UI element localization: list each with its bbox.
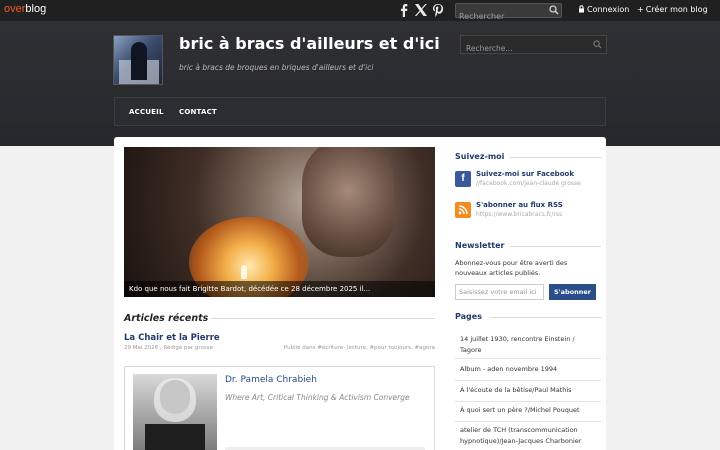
page-item[interactable]: Album - aden novembre 1994 [460,364,590,375]
follow-heading: Suivez-moi [455,152,505,161]
rss-url: https://www.bricabracs.fr/rss [476,211,563,218]
recent-articles-heading: Articles récents [124,313,209,324]
page-item[interactable]: 14 juillet 1930, rencontre Einstein / Ta… [460,334,590,356]
lock-icon [579,5,584,13]
divider [210,318,435,319]
blog-search [460,35,607,57]
subscribe-button[interactable]: S'abonner [549,284,596,300]
newsletter-text: Abonnez-vous pour être averti des nouvea… [455,259,568,277]
rss-subscribe-link[interactable]: S'abonner au flux RSS [476,201,563,209]
blog-header: bric à bracs d'ailleurs et d'ici bric à … [0,21,720,146]
newsletter-email-input[interactable] [455,284,544,300]
search-icon[interactable] [549,5,559,15]
plus-icon: + [637,5,644,14]
topbar-search [455,3,562,23]
x-icon[interactable] [414,3,428,17]
embed-photo [133,374,217,450]
divider [455,358,601,359]
embed-tagline: Where Art, Critical Thinking & Activism … [225,393,410,402]
divider [490,317,601,318]
divider [455,380,601,381]
overblog-topbar: overblog Connexion +Créer mon blog [0,0,720,23]
page-item[interactable]: À quoi sert un père ?/Michel Pouquet [460,405,590,416]
main-nav: ACCUEIL CONTACT [114,97,606,126]
blog-subtitle: bric à bracs de broques en briques d'ail… [179,63,374,72]
facebook-icon[interactable] [397,3,411,17]
article-meta: 29 Mai 2026 , Rédigé par grosse [124,345,213,351]
newsletter-heading: Newsletter [455,241,505,250]
nav-item-accueil[interactable]: ACCUEIL [129,108,164,116]
rss-icon[interactable] [455,202,471,218]
create-blog-link[interactable]: + Créer mon blog [637,5,708,14]
divider [510,246,601,247]
logo-blog: blog [25,3,47,15]
article-tags[interactable]: Publié dans #écriture- lecture, #pour to… [283,345,435,351]
page-item[interactable]: atelier de TCH (transcommunication hypno… [460,425,590,447]
hero-caption[interactable]: Kdo que nous fait Brigitte Bardot, décéd… [124,281,435,297]
overblog-logo[interactable]: overblog [4,3,46,15]
pages-heading: Pages [455,312,482,321]
article-title[interactable]: La Chair et la Pierre [124,333,220,343]
divider [455,401,601,402]
login-link[interactable]: Connexion [578,5,629,14]
page-item[interactable]: À l'écoute de la bêtise/Paul Mathis [460,385,590,396]
search-icon[interactable] [593,40,602,49]
pinterest-icon[interactable] [431,3,445,17]
login-label: Connexion [587,5,630,14]
divider [510,157,601,158]
divider [455,421,601,422]
blog-avatar[interactable] [113,35,163,85]
embedded-card[interactable]: Dr. Pamela Chrabieh Where Art, Critical … [124,366,435,450]
nav-item-contact[interactable]: CONTACT [179,108,217,116]
create-blog-label: Créer mon blog [645,5,708,14]
hero-image[interactable]: Kdo que nous fait Brigitte Bardot, décéd… [124,147,435,297]
blog-search-input[interactable] [461,40,586,57]
facebook-url: //facebook.com/jean-claude grosse [476,180,581,187]
blog-title[interactable]: bric à bracs d'ailleurs et d'ici [179,34,440,53]
embed-name[interactable]: Dr. Pamela Chrabieh [225,375,317,385]
logo-over: over [4,3,26,15]
facebook-follow-link[interactable]: Suivez-moi sur Facebook [476,170,574,178]
facebook-icon[interactable]: f [455,171,471,187]
